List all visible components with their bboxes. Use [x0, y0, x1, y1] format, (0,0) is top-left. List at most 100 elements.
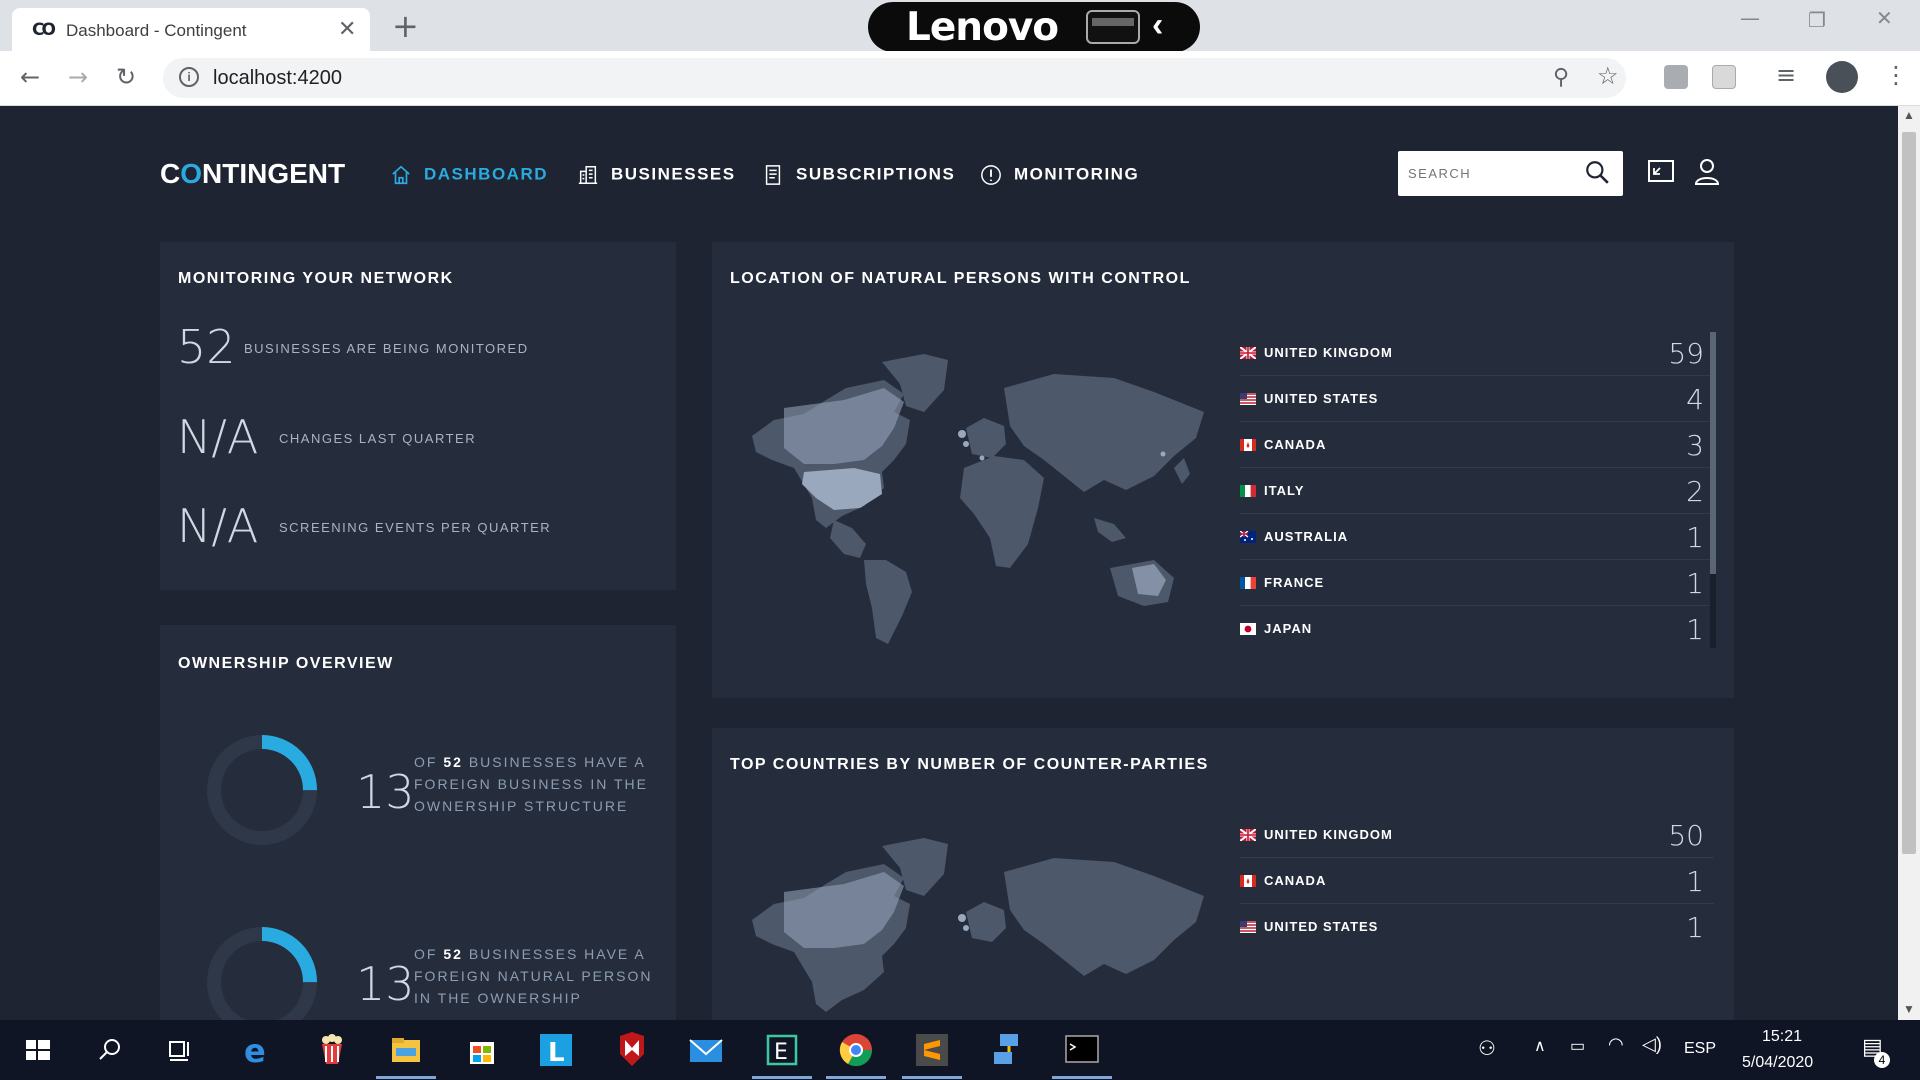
scroll-down-icon[interactable]: ▼: [1903, 1002, 1915, 1016]
people-icon[interactable]: ⚇: [1478, 1036, 1496, 1061]
search-input[interactable]: [1398, 151, 1578, 196]
zoom-icon[interactable]: ⚲: [1553, 64, 1569, 90]
user-icon[interactable]: [1692, 156, 1722, 186]
country-row[interactable]: UNITED STATES 1: [1240, 904, 1714, 950]
country-row[interactable]: ITALY 2: [1240, 468, 1714, 514]
page-scrollbar-thumb[interactable]: [1902, 132, 1916, 854]
country-row[interactable]: CANADA 3: [1240, 422, 1714, 468]
text-line1: BUSINESSES HAVE A: [468, 754, 646, 770]
minimize-window-icon[interactable]: —: [1740, 6, 1760, 30]
world-map: [752, 838, 1204, 1012]
popcorn-icon[interactable]: [310, 1028, 354, 1072]
nav-subscriptions[interactable]: SUBSCRIPTIONS: [762, 164, 955, 186]
forward-arrow-icon[interactable]: →: [68, 63, 88, 91]
chrome-icon[interactable]: [834, 1028, 878, 1072]
lenovo-screen-icon[interactable]: [1086, 10, 1140, 44]
active-app-indicator: [1052, 1076, 1112, 1079]
new-tab-button[interactable]: +: [392, 7, 419, 45]
country-count: 1: [1686, 567, 1704, 600]
foreign-person-value: 13: [356, 957, 415, 1011]
country-row[interactable]: UNITED KINGDOM 59: [1240, 330, 1714, 376]
nav-monitoring-label: MONITORING: [1014, 164, 1140, 184]
task-view-icon[interactable]: [158, 1028, 202, 1072]
media-icon[interactable]: ≡: [1776, 61, 1796, 89]
active-app-indicator: [752, 1076, 812, 1079]
lenovo-collapse-icon[interactable]: ‹: [1152, 6, 1163, 45]
ownership-title: OWNERSHIP OVERVIEW: [178, 655, 394, 672]
foreign-business-value: 13: [356, 765, 415, 819]
location-panel: LOCATION OF NATURAL PERSONS WITH CONTROL: [712, 242, 1734, 698]
clock-time[interactable]: 15:21: [1762, 1028, 1802, 1046]
clock-date[interactable]: 5/04/2020: [1742, 1054, 1813, 1072]
mcafee-icon[interactable]: [610, 1028, 654, 1072]
browser-tab[interactable]: CO Dashboard - Contingent ✕: [12, 8, 370, 51]
text-line3: OWNERSHIP STRUCTURE: [414, 798, 629, 814]
total-businesses: 52: [443, 946, 463, 962]
address-bar[interactable]: i localhost:4200 ⚲ ☆: [163, 58, 1626, 98]
screening-events-label: SCREENING EVENTS PER QUARTER: [279, 520, 552, 535]
country-row[interactable]: CANADA 1: [1240, 858, 1714, 904]
logo-letter-c: C: [160, 158, 181, 189]
businesses-monitored-label: BUSINESSES ARE BEING MONITORED: [244, 341, 529, 356]
search-icon[interactable]: [1584, 159, 1610, 185]
country-name: UNITED KINGDOM: [1264, 345, 1393, 360]
alert-circle-icon: [981, 165, 1001, 185]
battery-icon[interactable]: ▭: [1570, 1036, 1585, 1056]
page-scrollbar[interactable]: ▲ ▼: [1898, 106, 1920, 1020]
show-hidden-icons[interactable]: ∧: [1534, 1036, 1546, 1056]
nav-dashboard[interactable]: DASHBOARD: [390, 164, 548, 186]
edge-icon[interactable]: e: [236, 1028, 280, 1072]
contingent-logo[interactable]: CONTINGENT: [160, 158, 345, 190]
nav-monitoring[interactable]: MONITORING: [980, 164, 1139, 186]
scroll-up-icon[interactable]: ▲: [1903, 108, 1915, 122]
scrollbar-thumb[interactable]: [1710, 332, 1716, 574]
file-explorer-icon[interactable]: [384, 1028, 428, 1072]
country-row[interactable]: FRANCE 1: [1240, 560, 1714, 606]
menu-icon[interactable]: ⋮: [1884, 61, 1908, 89]
total-businesses: 52: [443, 754, 463, 770]
l-app-icon[interactable]: L: [534, 1028, 578, 1072]
search-field[interactable]: [1398, 151, 1623, 196]
close-tab-icon[interactable]: ✕: [338, 16, 356, 42]
windows-start-icon[interactable]: [16, 1028, 60, 1072]
country-name: UNITED STATES: [1264, 919, 1379, 934]
country-row[interactable]: UNITED KINGDOM 50: [1240, 812, 1714, 858]
search-icon[interactable]: [88, 1028, 132, 1072]
it-flag-icon: [1240, 485, 1256, 497]
profile-icon[interactable]: [1826, 61, 1858, 93]
changes-last-quarter-value: N/A: [177, 410, 259, 464]
businesses-monitored-value: 52: [177, 320, 236, 374]
nav-businesses[interactable]: BUSINESSES: [577, 164, 736, 186]
language-indicator[interactable]: ESP: [1684, 1040, 1716, 1058]
store-icon[interactable]: [460, 1028, 504, 1072]
browser-toolbar: ← → ↻ i localhost:4200 ⚲ ☆ ≡ ⋮: [0, 51, 1920, 106]
country-row[interactable]: JAPAN 1: [1240, 606, 1714, 652]
mail-icon[interactable]: [684, 1028, 728, 1072]
country-row[interactable]: UNITED STATES 4: [1240, 376, 1714, 422]
location-list-scrollbar[interactable]: [1710, 332, 1716, 648]
svg-text:L: L: [548, 1038, 565, 1068]
wifi-icon[interactable]: ◠: [1608, 1034, 1624, 1055]
country-count: 3: [1686, 429, 1704, 462]
reload-icon[interactable]: ↻: [116, 63, 136, 91]
world-map: [752, 354, 1204, 644]
close-window-icon[interactable]: ✕: [1876, 6, 1893, 30]
extension-icon[interactable]: [1664, 65, 1688, 89]
ca-flag-icon: [1240, 439, 1256, 451]
windows-taskbar: e L E ⚇ ∧ ▭ ◠ ◁) ESP 15:21 5/04/2020 ▤ 4: [0, 1020, 1920, 1080]
terminal-icon[interactable]: [1060, 1028, 1104, 1072]
fullscreen-icon[interactable]: [1646, 156, 1676, 186]
volume-icon[interactable]: ◁): [1642, 1034, 1662, 1055]
url-text[interactable]: localhost:4200: [213, 67, 342, 90]
country-count: 50: [1668, 819, 1704, 852]
e-app-icon[interactable]: E: [760, 1028, 804, 1072]
sublime-icon[interactable]: [910, 1028, 954, 1072]
restore-window-icon[interactable]: ❐: [1808, 8, 1826, 32]
star-icon[interactable]: ☆: [1597, 62, 1619, 91]
network-app-icon[interactable]: [986, 1028, 1030, 1072]
extension-icon[interactable]: [1712, 65, 1736, 89]
notification-badge: 4: [1874, 1052, 1890, 1068]
back-arrow-icon[interactable]: ←: [20, 63, 40, 91]
country-row[interactable]: AUSTRALIA 1: [1240, 514, 1714, 560]
info-icon[interactable]: i: [179, 67, 199, 87]
